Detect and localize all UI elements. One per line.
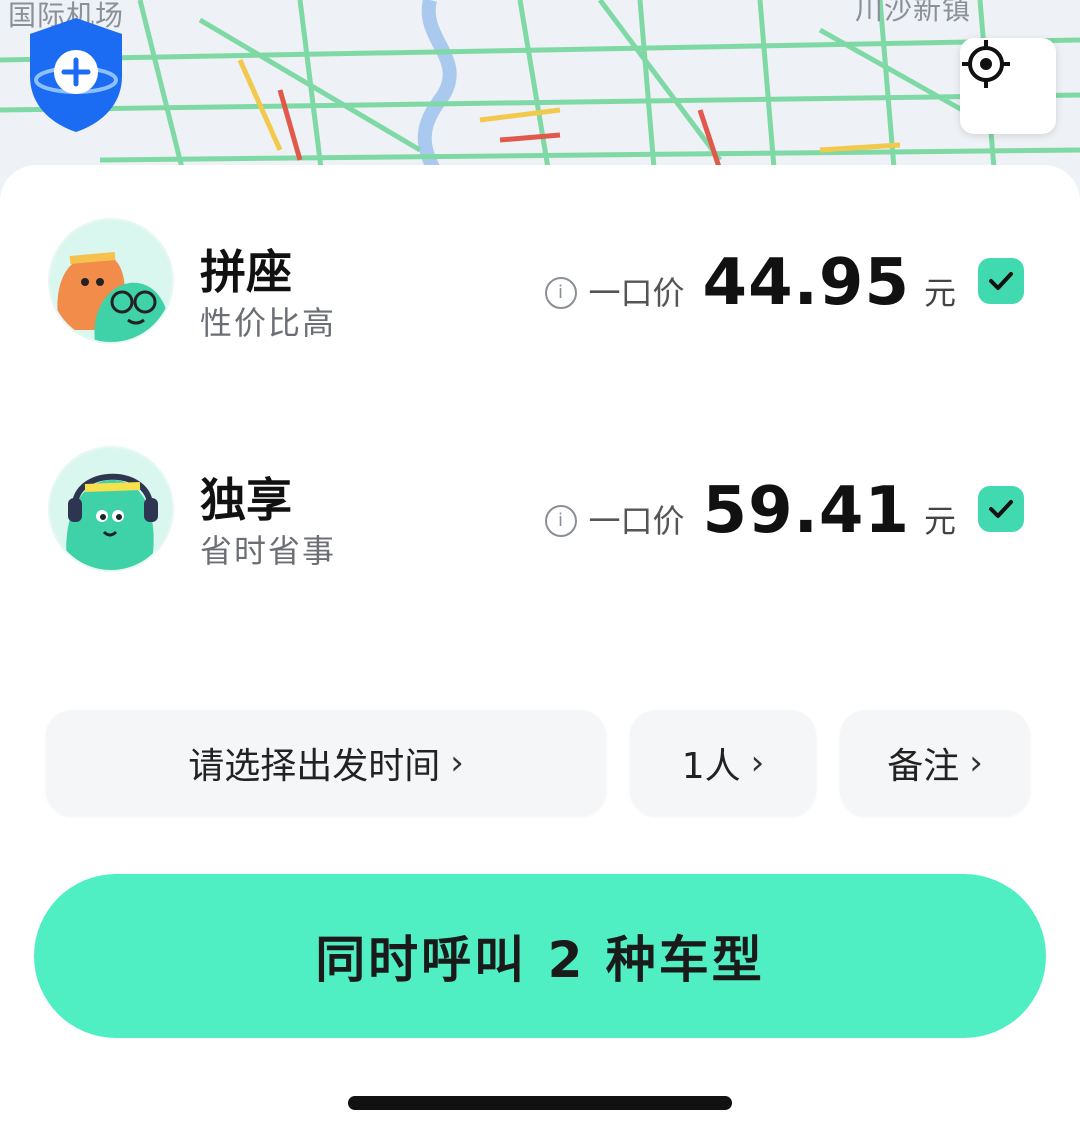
call-both-button[interactable]: 同时呼叫 2 种车型 xyxy=(34,874,1046,1038)
carpool-avatar xyxy=(48,218,174,344)
price-label: 一口价 xyxy=(588,502,685,540)
price-unit: 元 xyxy=(923,274,956,312)
ride-title: 独享 xyxy=(200,473,292,527)
ride-price: i 一口价 59.41 元 xyxy=(544,474,956,548)
check-icon xyxy=(989,500,1013,518)
ride-option-carpool[interactable]: 拼座 性价比高 i 一口价 44.95 元 xyxy=(0,218,1080,368)
ride-subtitle: 性价比高 xyxy=(200,304,337,342)
info-icon[interactable]: i xyxy=(544,276,577,309)
home-indicator xyxy=(348,1096,732,1110)
price-unit: 元 xyxy=(923,502,956,540)
departure-time-label: 请选择出发时间 xyxy=(188,746,441,787)
private-avatar xyxy=(48,446,174,572)
departure-time-button[interactable]: 请选择出发时间 › xyxy=(46,710,606,816)
price-value: 59.41 xyxy=(702,474,910,548)
map-label-town: 川沙新镇 xyxy=(855,0,972,26)
price-value: 44.95 xyxy=(702,246,910,320)
chevron-right-icon: › xyxy=(450,743,464,783)
ride-option-private[interactable]: 独享 省时省事 i 一口价 59.41 元 xyxy=(0,446,1080,596)
locate-me-button[interactable] xyxy=(960,38,1056,134)
price-label: 一口价 xyxy=(588,274,685,312)
chevron-right-icon: › xyxy=(750,743,765,783)
private-mascot-icon xyxy=(50,448,172,570)
check-icon xyxy=(989,272,1013,290)
shield-plus-icon xyxy=(30,18,122,132)
note-button[interactable]: 备注 › xyxy=(840,710,1030,816)
carpool-mascot-icon xyxy=(50,220,172,342)
private-checkbox[interactable] xyxy=(978,486,1024,532)
passengers-button[interactable]: 1人 › xyxy=(630,710,816,816)
ride-price: i 一口价 44.95 元 xyxy=(544,246,956,320)
chevron-right-icon: › xyxy=(969,743,983,783)
note-label: 备注 xyxy=(887,746,960,787)
crosshair-icon xyxy=(962,40,1010,88)
carpool-checkbox[interactable] xyxy=(978,258,1024,304)
safety-shield-button[interactable] xyxy=(22,14,130,134)
ride-subtitle: 省时省事 xyxy=(200,532,337,570)
ride-title: 拼座 xyxy=(200,245,292,299)
passengers-label: 1人 xyxy=(681,746,741,787)
info-icon[interactable]: i xyxy=(544,504,577,537)
